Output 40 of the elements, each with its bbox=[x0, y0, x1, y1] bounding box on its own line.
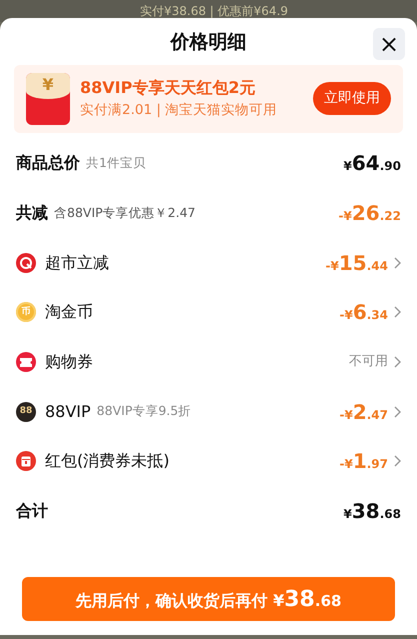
row-label: 购物券 bbox=[45, 351, 93, 374]
coin-icon: 币 bbox=[16, 302, 36, 322]
row-label: 超市立减 bbox=[45, 252, 109, 274]
discount-row[interactable]: 超市立减 -¥15.44 bbox=[16, 238, 401, 288]
promo-title: 88VIP专享天天红包2元 bbox=[80, 77, 256, 100]
row-label: 红包(消费券未抵) bbox=[45, 450, 170, 472]
discount-row[interactable]: 88 88VIP 88VIP专享9.5折 -¥2.47 bbox=[16, 386, 401, 437]
sheet-title: 价格明细 bbox=[170, 30, 246, 55]
chevron-icon bbox=[393, 455, 401, 468]
row-note: 共1件宝贝 bbox=[86, 154, 146, 172]
promo-subtitle: 实付满2.01 | 淘宝天猫实物可用 bbox=[80, 101, 278, 120]
use-now-button[interactable]: 立即使用 bbox=[313, 82, 391, 115]
row-label: 商品总价 bbox=[16, 152, 80, 174]
chevron-icon bbox=[393, 306, 401, 318]
envelope-icon: ¥ bbox=[26, 72, 70, 124]
amount-text: -¥15.44 bbox=[326, 250, 388, 277]
discount-icon bbox=[16, 252, 36, 273]
amount-text: -¥6.34 bbox=[339, 299, 388, 326]
discount-row[interactable]: 币 淘金币 -¥6.34 bbox=[16, 288, 401, 338]
amount-text: ¥64.90 bbox=[344, 150, 401, 178]
row-label: 合计 bbox=[16, 500, 48, 522]
amount-text: -¥2.47 bbox=[339, 398, 388, 426]
close-button[interactable]: × bbox=[373, 28, 405, 60]
amount-text: -¥1.97 bbox=[339, 448, 388, 476]
amount-text: 不可用 bbox=[349, 353, 388, 372]
envelope-icon bbox=[16, 451, 36, 472]
row-label: 淘金币 bbox=[45, 301, 93, 324]
discount-row[interactable]: 购物券 不可用 bbox=[16, 337, 401, 387]
row-note: 88VIP专享9.5折 bbox=[96, 402, 192, 420]
vip-icon: 88 bbox=[16, 402, 36, 422]
chevron-icon bbox=[393, 356, 401, 368]
discount-row[interactable]: 红包(消费券未抵) -¥1.97 bbox=[16, 436, 401, 486]
amount-text: -¥26.22 bbox=[338, 200, 401, 228]
chevron-icon bbox=[393, 256, 401, 269]
ticket-icon bbox=[16, 352, 36, 372]
chevron-icon bbox=[393, 406, 401, 418]
row-label: 共减 bbox=[16, 202, 48, 224]
row-note: 含88VIP专享优惠￥2.47 bbox=[54, 204, 196, 222]
amount-text: ¥38.68 bbox=[344, 498, 401, 526]
row-label: 88VIP bbox=[45, 400, 91, 423]
